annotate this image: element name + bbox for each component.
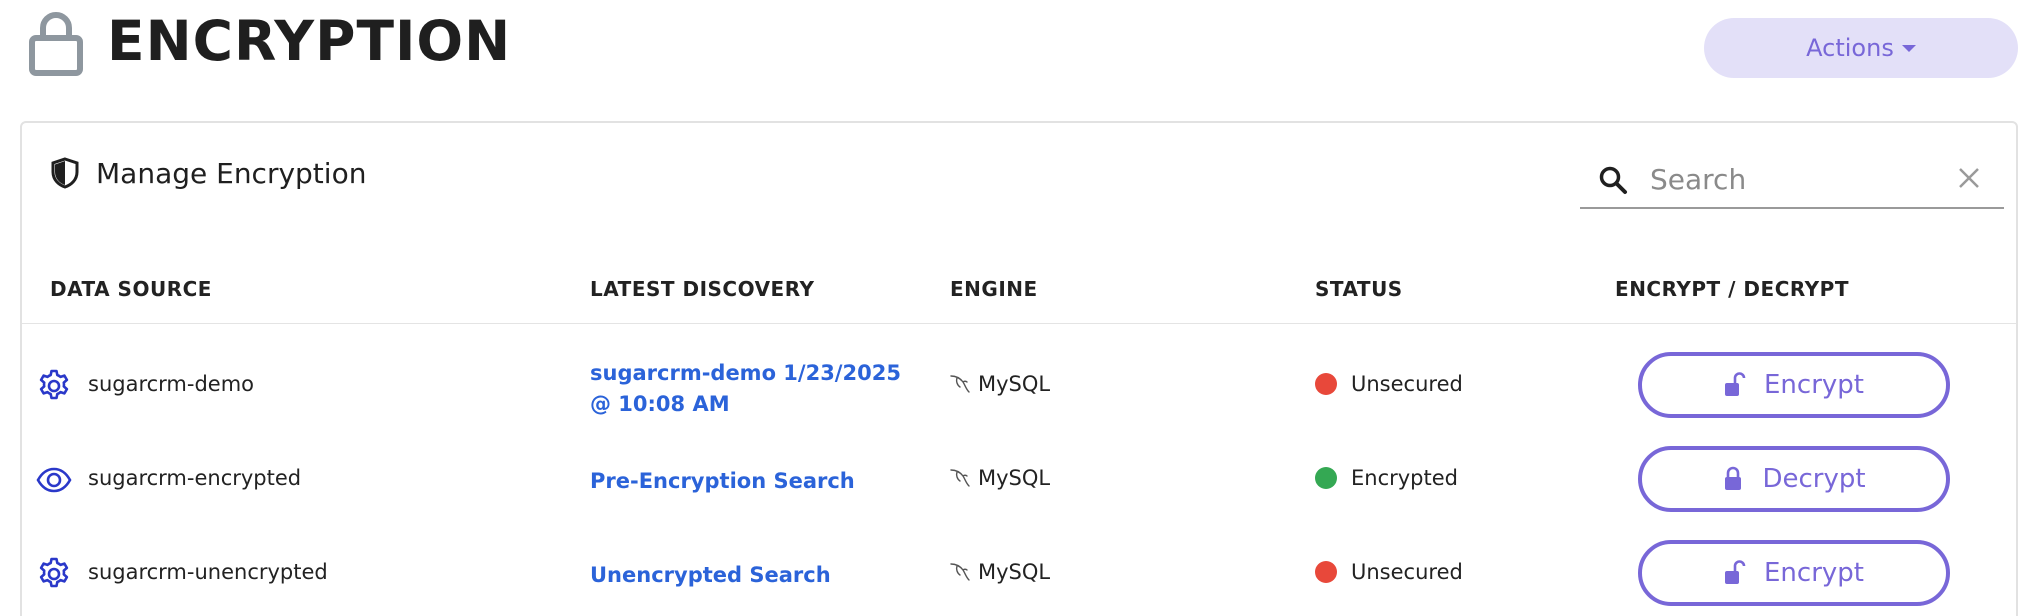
engine-name: MySQL [978, 372, 1051, 396]
latest-discovery-link[interactable]: Unencrypted Search [590, 560, 910, 591]
page-header: ENCRYPTION Actions [0, 0, 2030, 100]
unlock-icon [1725, 372, 1746, 396]
card-title: Manage Encryption [50, 153, 366, 193]
page-title: ENCRYPTION [107, 9, 512, 73]
encrypt-button[interactable]: Encrypt [1638, 352, 1950, 418]
column-header-latest-discovery: LATEST DISCOVERY [590, 277, 815, 301]
status-cell: Encrypted [1315, 466, 1458, 490]
actions-button-label: Actions [1806, 34, 1894, 62]
status-dot-unsecured [1315, 561, 1337, 583]
shield-icon [51, 157, 79, 189]
table-row: sugarcrm-unencrypted Unencrypted Search … [22, 526, 2016, 616]
data-source-name: sugarcrm-unencrypted [88, 560, 328, 584]
engine-cell: MySQL [948, 372, 1050, 396]
gear-icon[interactable] [36, 368, 72, 404]
encrypt-button[interactable]: Encrypt [1638, 540, 1950, 606]
data-source-name: sugarcrm-encrypted [88, 466, 302, 490]
status-text: Encrypted [1351, 466, 1458, 490]
engine-name: MySQL [978, 560, 1051, 584]
manage-encryption-card: Manage Encryption DATA SOURCE LATEST DIS… [20, 121, 2018, 616]
status-dot-unsecured [1315, 373, 1337, 395]
search-input[interactable] [1648, 157, 1952, 201]
table-header: DATA SOURCE LATEST DISCOVERY ENGINE STAT… [22, 253, 2016, 324]
eye-icon[interactable] [36, 462, 72, 498]
status-dot-encrypted [1315, 467, 1337, 489]
search-icon [1599, 166, 1627, 194]
engine-cell: MySQL [948, 560, 1050, 584]
encrypt-button-label: Encrypt [1764, 558, 1864, 588]
close-icon[interactable] [1954, 163, 1984, 193]
card-title-text: Manage Encryption [96, 156, 367, 190]
table-row: sugarcrm-demo sugarcrm-demo 1/23/2025 @ … [22, 338, 2016, 432]
status-text: Unsecured [1351, 372, 1463, 396]
lock-icon [29, 12, 83, 76]
table-row: sugarcrm-encrypted Pre-Encryption Search… [22, 432, 2016, 526]
column-header-data-source: DATA SOURCE [50, 277, 212, 301]
decrypt-button-label: Decrypt [1762, 464, 1866, 494]
unlock-icon [1725, 560, 1746, 584]
caret-down-icon [1901, 44, 1916, 52]
lock-icon [1725, 466, 1742, 490]
status-cell: Unsecured [1315, 372, 1463, 396]
engine-name: MySQL [978, 466, 1051, 490]
mysql-dolphin-icon [950, 469, 970, 487]
status-cell: Unsecured [1315, 560, 1463, 584]
search-box [1580, 151, 2004, 209]
latest-discovery-link[interactable]: sugarcrm-demo 1/23/2025 @ 10:08 AM [590, 358, 910, 420]
column-header-encrypt-decrypt: ENCRYPT / DECRYPT [1615, 277, 1849, 301]
latest-discovery-link[interactable]: Pre-Encryption Search [590, 466, 910, 497]
mysql-dolphin-icon [950, 563, 970, 581]
data-source-name: sugarcrm-demo [88, 372, 255, 396]
engine-cell: MySQL [948, 466, 1050, 490]
gear-icon[interactable] [36, 556, 72, 592]
encrypt-button-label: Encrypt [1764, 370, 1864, 400]
status-text: Unsecured [1351, 560, 1463, 584]
mysql-dolphin-icon [950, 375, 970, 393]
decrypt-button[interactable]: Decrypt [1638, 446, 1950, 512]
column-header-status: STATUS [1315, 277, 1403, 301]
actions-button[interactable]: Actions [1704, 18, 2018, 78]
column-header-engine: ENGINE [950, 277, 1038, 301]
encryption-page: ENCRYPTION Actions Manage Encryption Sea… [0, 0, 2030, 616]
